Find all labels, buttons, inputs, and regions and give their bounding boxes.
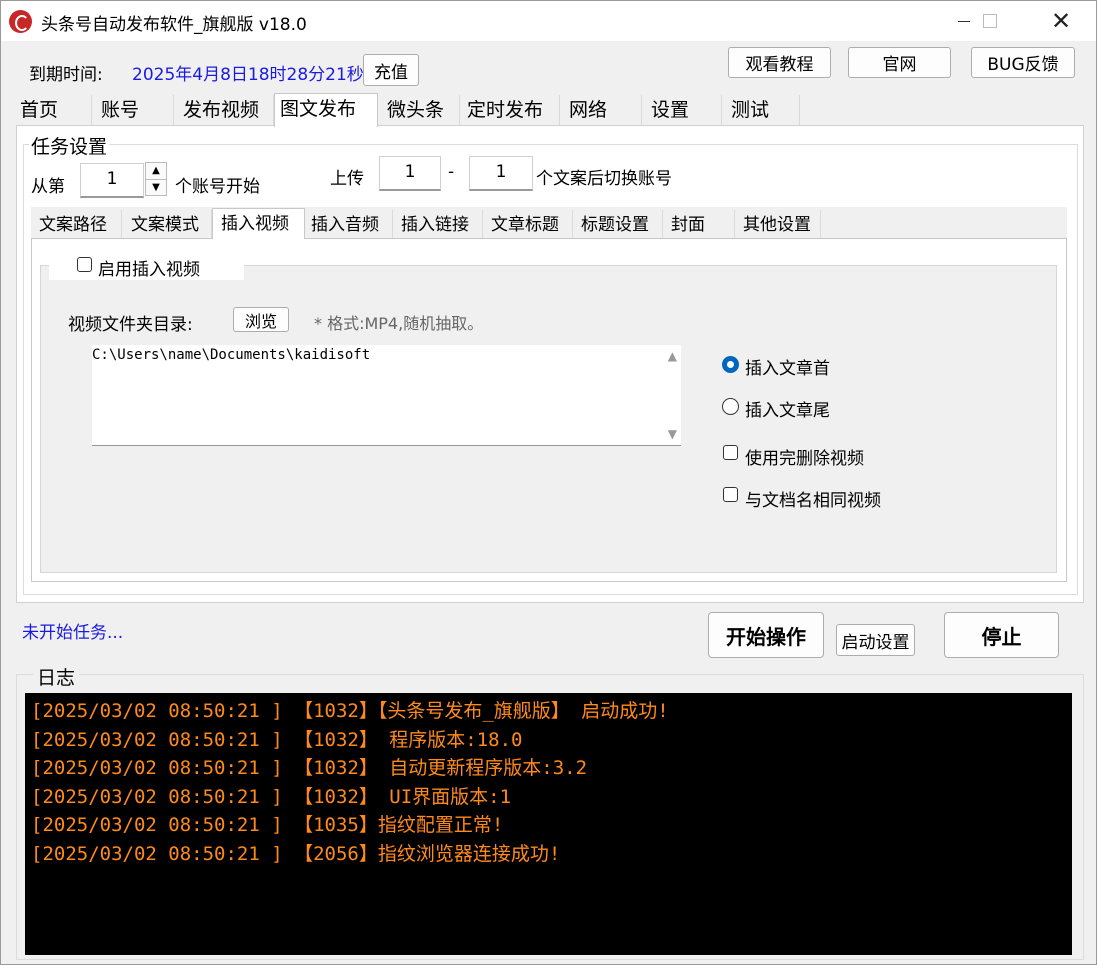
log-line: [2025/03/02 08:50:21 ] 【1032】 自动更新程序版本:3… xyxy=(31,757,588,780)
upload-label: 上传 xyxy=(330,169,364,189)
format-hint: * 格式:MP4,随机抽取。 xyxy=(314,314,484,333)
delete-after-use-checkbox[interactable] xyxy=(723,445,738,460)
tab-accounts[interactable]: 账号 xyxy=(92,95,174,125)
close-button[interactable]: ✕ xyxy=(1034,1,1088,41)
video-folder-textarea[interactable]: C:\Users\name\Documents\kaidisoft ▲ ▼ xyxy=(92,345,681,446)
subtab-insert-link[interactable]: 插入链接 xyxy=(393,210,483,238)
log-console[interactable]: [2025/03/02 08:50:21 ] 【1032】【头条号发布_旗舰版】… xyxy=(25,693,1072,955)
log-line: [2025/03/02 08:50:21 ] 【1035】指纹配置正常! xyxy=(31,814,504,837)
log-line: [2025/03/02 08:50:21 ] 【1032】 UI界面版本:1 xyxy=(31,785,512,808)
close-icon: ✕ xyxy=(1050,7,1072,35)
expiry-value: 2025年4月8日18时28分21秒 xyxy=(132,65,364,85)
start-account-input[interactable]: 1 xyxy=(80,163,144,198)
app-window: 头条号自动发布软件_旗舰版 v18.0 ✕ 到期时间: 2025年4月8日18时… xyxy=(0,0,1097,965)
window-title: 头条号自动发布软件_旗舰版 v18.0 xyxy=(41,15,307,35)
tab-network[interactable]: 网络 xyxy=(560,95,642,125)
video-folder-label: 视频文件夹目录: xyxy=(68,315,193,335)
browse-button[interactable]: 浏览 xyxy=(233,307,289,332)
log-line: [2025/03/02 08:50:21 ] 【2056】指纹浏览器连接成功! xyxy=(31,842,561,865)
scroll-up-icon[interactable]: ▲ xyxy=(668,349,677,363)
maximize-icon xyxy=(983,14,997,28)
spin-down-icon[interactable]: ▼ xyxy=(146,180,166,196)
enable-insert-video-label: 启用插入视频 xyxy=(98,260,200,280)
maximize-button[interactable] xyxy=(963,1,1017,41)
tab-scheduled-publish[interactable]: 定时发布 xyxy=(460,95,560,125)
subtab-title-settings[interactable]: 标题设置 xyxy=(573,210,663,238)
start-account-label: 个账号开始 xyxy=(175,177,260,197)
log-title: 日志 xyxy=(33,663,80,690)
bug-feedback-button[interactable]: BUG反馈 xyxy=(971,47,1075,78)
log-line: [2025/03/02 08:50:21 ] 【1032】 程序版本:18.0 xyxy=(31,728,523,751)
from-label: 从第 xyxy=(31,177,65,197)
tutorial-button[interactable]: 观看教程 xyxy=(728,47,831,78)
subtab-article-path[interactable]: 文案路径 xyxy=(33,210,122,238)
tab-micro-toutiao[interactable]: 微头条 xyxy=(378,95,460,125)
video-folder-path: C:\Users\name\Documents\kaidisoft xyxy=(92,347,371,363)
tab-article-publish[interactable]: 图文发布 xyxy=(274,93,378,127)
same-name-video-label: 与文档名相同视频 xyxy=(745,491,881,511)
insert-at-end-label: 插入文章尾 xyxy=(745,401,830,421)
subtab-article-title[interactable]: 文章标题 xyxy=(483,210,573,238)
start-operation-button[interactable]: 开始操作 xyxy=(708,612,824,658)
subtab-article-mode[interactable]: 文案模式 xyxy=(122,210,212,238)
spin-up-icon[interactable]: ▲ xyxy=(146,163,166,180)
task-settings-title: 任务设置 xyxy=(29,132,110,159)
delete-after-use-label: 使用完删除视频 xyxy=(745,449,864,469)
switch-account-label: 个文案后切换账号 xyxy=(536,169,672,189)
subtab-insert-video[interactable]: 插入视频 xyxy=(212,208,305,239)
tab-settings[interactable]: 设置 xyxy=(642,95,722,125)
same-name-video-checkbox[interactable] xyxy=(723,487,738,502)
stop-button[interactable]: 停止 xyxy=(944,612,1059,658)
start-account-spinner[interactable]: ▲ ▼ xyxy=(145,162,167,196)
range-start-input[interactable]: 1 xyxy=(379,156,441,191)
title-bar: 头条号自动发布软件_旗舰版 v18.0 ✕ xyxy=(1,1,1096,41)
insert-at-start-radio[interactable] xyxy=(722,356,739,373)
insert-at-start-label: 插入文章首 xyxy=(745,359,830,379)
enable-insert-video-checkbox[interactable] xyxy=(77,257,92,272)
subtab-cover[interactable]: 封面 xyxy=(663,210,735,238)
insert-at-end-radio[interactable] xyxy=(722,398,739,415)
recharge-button[interactable]: 充值 xyxy=(363,54,419,86)
scroll-down-icon[interactable]: ▼ xyxy=(668,427,677,441)
app-logo-icon xyxy=(9,10,32,33)
tab-test[interactable]: 测试 xyxy=(722,95,800,125)
tab-publish-video[interactable]: 发布视频 xyxy=(174,95,274,125)
range-end-input[interactable]: 1 xyxy=(469,156,533,191)
expiry-label: 到期时间: xyxy=(29,65,103,85)
tab-home[interactable]: 首页 xyxy=(15,95,92,125)
website-button[interactable]: 官网 xyxy=(848,47,951,78)
range-dash: - xyxy=(448,162,455,182)
log-line: [2025/03/02 08:50:21 ] 【1032】【头条号发布_旗舰版】… xyxy=(31,700,669,722)
subtab-insert-audio[interactable]: 插入音频 xyxy=(305,210,393,238)
subtab-other-settings[interactable]: 其他设置 xyxy=(735,210,821,238)
task-status-text: 未开始任务... xyxy=(22,623,124,643)
startup-settings-button[interactable]: 启动设置 xyxy=(836,624,915,656)
